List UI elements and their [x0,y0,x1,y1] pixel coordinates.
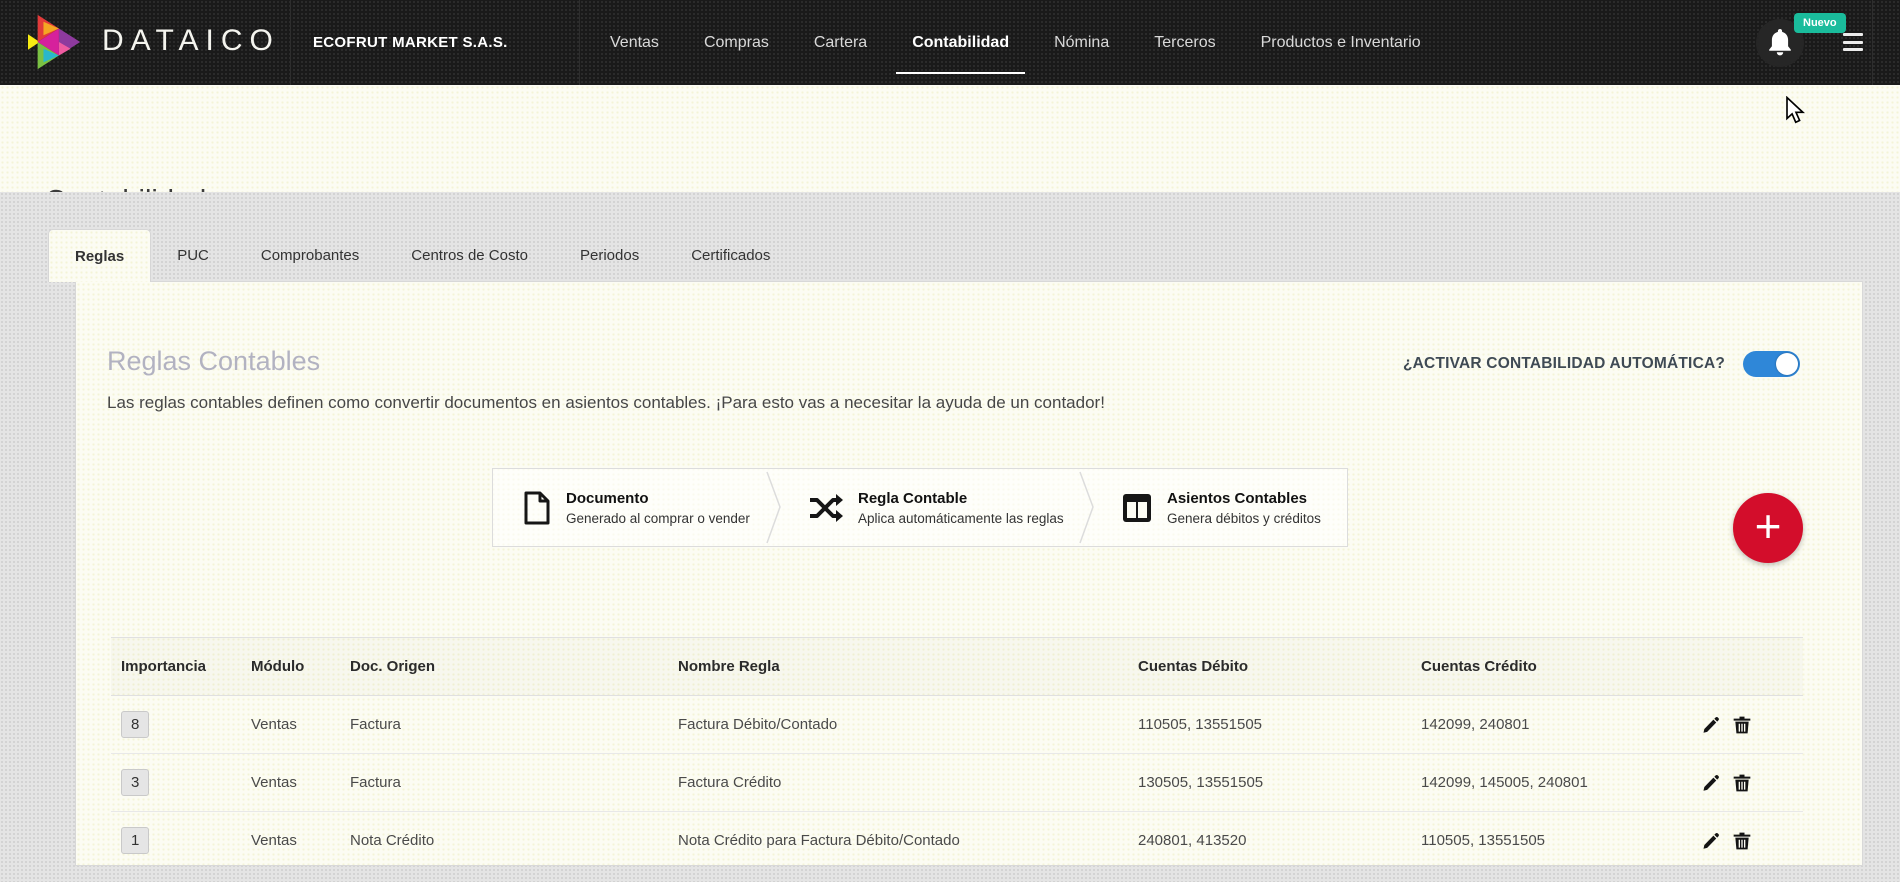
cell-cuentas-debito: 240801, 413520 [1138,832,1247,849]
cell-nombre-regla: Nota Crédito para Factura Débito/Contado [678,832,960,849]
flow-card-documento: Documento Generado al comprar o vender [493,469,779,546]
cell-nombre-regla: Factura Débito/Contado [678,716,838,733]
importance-badge: 8 [121,711,150,738]
col-nombre-regla: Nombre Regla [678,658,780,675]
nav-item-cartera[interactable]: Cartera [814,34,867,52]
cell-cuentas-credito: 142099, 240801 [1421,716,1530,733]
nav-item-nomina[interactable]: Nómina [1054,34,1109,52]
top-navbar: DATAICO ECOFRUT MARKET S.A.S. Ventas Com… [0,0,1900,85]
cell-nombre-regla: Factura Crédito [678,774,782,791]
col-importancia: Importancia [121,658,207,675]
flow-card-title: Regla Contable [858,489,968,507]
section-description: Las reglas contables definen como conver… [107,393,1105,412]
plus-icon: + [1754,500,1782,552]
section-heading: Reglas Contables [107,346,321,376]
pencil-icon [1703,774,1719,791]
table-row: 8 Ventas Factura Factura Débito/Contado … [111,696,1803,754]
pencil-icon [1703,832,1719,849]
cell-cuentas-credito: 142099, 145005, 240801 [1421,774,1588,791]
auto-accounting-toggle-label: ¿ACTIVAR CONTABILIDAD AUTOMÁTICA? [1403,355,1726,372]
cell-doc-origen: Factura [350,774,401,791]
flow-card-asientos-contables: Asientos Contables Genera débitos y créd… [1092,469,1349,546]
col-cuentas-debito: Cuentas Débito [1138,658,1249,675]
flow-explainer: Documento Generado al comprar o vender R… [492,468,1348,547]
importance-badge: 3 [121,769,150,796]
hamburger-menu-icon[interactable] [1843,32,1863,52]
config-tabs: Reglas PUC Comprobantes Centros de Costo… [48,229,796,282]
table-row: 3 Ventas Factura Factura Crédito 130505,… [111,754,1803,812]
cell-cuentas-debito: 110505, 13551505 [1138,716,1263,733]
nav-item-compras[interactable]: Compras [704,34,769,52]
edit-rule-button[interactable] [1701,715,1721,735]
flow-card-subtitle: Aplica automáticamente las reglas [858,510,1064,526]
cell-modulo: Ventas [251,774,297,791]
flow-card-subtitle: Generado al comprar o vender [566,510,750,526]
dataico-logo-icon[interactable] [28,13,86,71]
importance-badge: 1 [121,827,150,854]
cell-modulo: Ventas [251,716,297,733]
tab-certificados[interactable]: Certificados [665,229,796,282]
col-modulo: Módulo [251,658,305,675]
navbar-separator [1872,0,1873,85]
nav-item-productos-inventario[interactable]: Productos e Inventario [1261,34,1421,52]
main-nav: Ventas Compras Cartera Contabilidad Nómi… [610,0,1421,85]
cell-modulo: Ventas [251,832,297,849]
brand-wordmark[interactable]: DATAICO [102,24,280,58]
tab-puc[interactable]: PUC [151,229,235,282]
table-header-row: Importancia Módulo Doc. Origen Nombre Re… [111,638,1803,696]
table-columns-icon [1123,493,1151,522]
reglas-panel: Reglas Contables Las reglas contables de… [75,281,1863,866]
add-rule-button[interactable]: + [1733,493,1803,563]
delete-rule-button[interactable] [1732,773,1752,793]
flow-card-subtitle: Genera débitos y créditos [1167,510,1321,526]
module-subheader: Contabilidad BASE ASIENTOS REPORTES EXOG… [0,85,1900,254]
nuevo-badge: Nuevo [1794,13,1846,33]
document-icon [524,491,550,524]
trash-icon [1733,832,1751,849]
delete-rule-button[interactable] [1732,715,1752,735]
tab-periodos[interactable]: Periodos [554,229,665,282]
cell-doc-origen: Nota Crédito [350,832,435,849]
cell-doc-origen: Factura [350,716,401,733]
table-row: 1 Ventas Nota Crédito Nota Crédito para … [111,812,1803,865]
tab-centros-de-costo[interactable]: Centros de Costo [385,229,554,282]
cell-cuentas-credito: 110505, 13551505 [1421,832,1546,849]
edit-rule-button[interactable] [1701,831,1721,851]
col-cuentas-credito: Cuentas Crédito [1421,658,1537,675]
delete-rule-button[interactable] [1732,831,1752,851]
col-doc-origen: Doc. Origen [350,658,436,675]
flow-card-regla-contable: Regla Contable Aplica automáticamente la… [779,469,1084,546]
tab-reglas[interactable]: Reglas [48,229,152,282]
flow-card-title: Asientos Contables [1167,489,1308,507]
bell-icon [1769,29,1791,56]
shuffle-icon [810,493,843,522]
edit-rule-button[interactable] [1701,773,1721,793]
pencil-icon [1703,716,1719,733]
company-segment[interactable]: ECOFRUT MARKET S.A.S. [290,0,580,85]
auto-accounting-toggle[interactable] [1743,351,1800,377]
company-name: ECOFRUT MARKET S.A.S. [313,34,508,51]
flow-card-title: Documento [566,489,649,507]
nav-item-terceros[interactable]: Terceros [1154,34,1215,52]
rules-table: Importancia Módulo Doc. Origen Nombre Re… [111,637,1803,865]
app-root: DATAICO ECOFRUT MARKET S.A.S. Ventas Com… [0,0,1900,882]
cell-cuentas-debito: 130505, 13551505 [1138,774,1264,791]
trash-icon [1733,716,1751,733]
toggle-knob [1776,353,1798,375]
mouse-cursor [1786,96,1805,124]
nav-item-contabilidad[interactable]: Contabilidad [896,34,1025,74]
trash-icon [1733,774,1751,791]
tab-comprobantes[interactable]: Comprobantes [235,229,385,282]
nav-item-ventas[interactable]: Ventas [610,34,659,52]
